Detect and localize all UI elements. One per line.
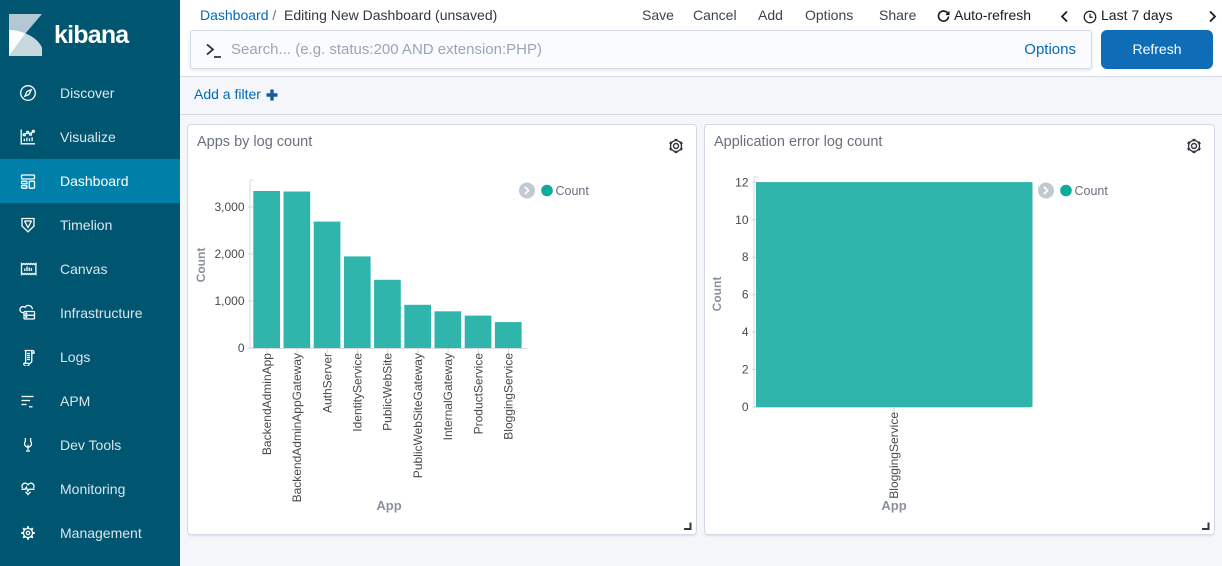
svg-text:BloggingService: BloggingService	[502, 353, 516, 440]
svg-text:AuthServer: AuthServer	[320, 353, 334, 413]
svg-text:6: 6	[742, 288, 749, 302]
svg-text:PublicWebSite: PublicWebSite	[381, 353, 395, 431]
svg-text:App: App	[881, 498, 906, 513]
svg-text:0: 0	[238, 341, 245, 355]
svg-text:2: 2	[742, 363, 749, 377]
svg-text:BackendAdminAppGateway: BackendAdminAppGateway	[290, 353, 304, 502]
svg-text:3,000: 3,000	[214, 200, 244, 214]
svg-text:PublicWebSiteGateway: PublicWebSiteGateway	[411, 353, 425, 478]
svg-text:BackendAdminApp: BackendAdminApp	[260, 353, 274, 455]
svg-text:10: 10	[735, 213, 749, 227]
svg-text:4: 4	[742, 325, 749, 339]
svg-text:IdentityService: IdentityService	[351, 353, 365, 432]
svg-text:0: 0	[742, 400, 749, 414]
svg-text:1,000: 1,000	[214, 294, 244, 308]
svg-text:App: App	[376, 498, 401, 513]
svg-text:Count: Count	[194, 248, 208, 283]
svg-text:2,000: 2,000	[214, 247, 244, 261]
svg-text:12: 12	[735, 175, 749, 189]
svg-text:8: 8	[742, 250, 749, 264]
svg-text:BloggingService: BloggingService	[887, 412, 901, 499]
svg-text:Count: Count	[710, 277, 724, 312]
svg-text:InternalGateway: InternalGateway	[441, 353, 455, 440]
svg-text:ProductService: ProductService	[471, 353, 485, 435]
